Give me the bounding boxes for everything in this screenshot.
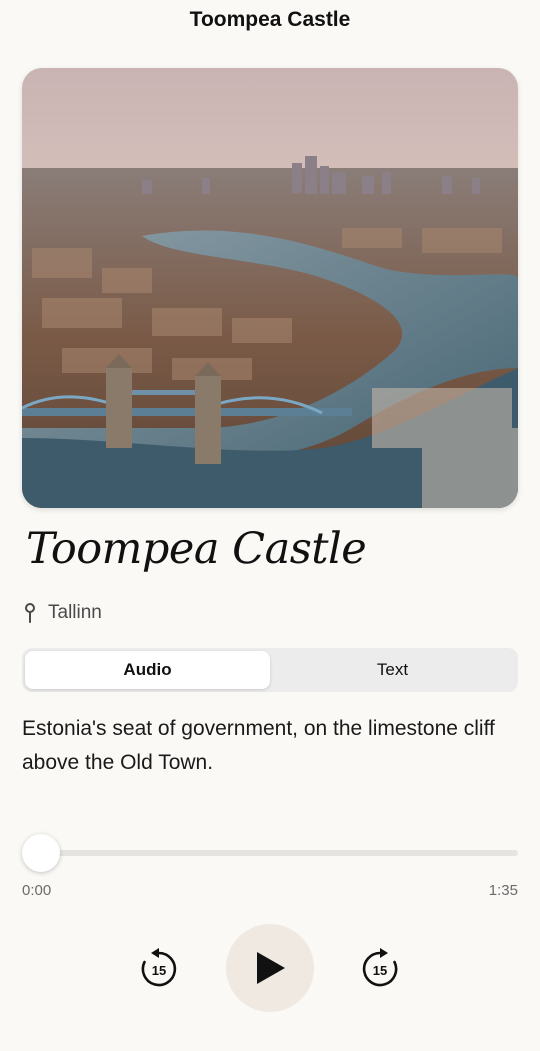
- current-time: 0:00: [22, 882, 52, 899]
- nav-title: Toompea Castle: [189, 8, 351, 31]
- skip-back-button[interactable]: 15: [138, 948, 180, 990]
- playback-controls: 15 15: [0, 924, 540, 1012]
- audio-scrubber-thumb[interactable]: [22, 834, 60, 872]
- tab-audio[interactable]: Audio: [25, 651, 270, 689]
- content-mode-tabs: Audio Text: [22, 648, 518, 692]
- skip-forward-seconds: 15: [373, 963, 387, 978]
- play-button[interactable]: [226, 924, 314, 1012]
- skip-forward-button[interactable]: 15: [359, 948, 401, 990]
- hero-image: [22, 68, 518, 508]
- duration-time: 1:35: [488, 882, 518, 899]
- play-icon: [257, 952, 285, 984]
- skip-back-seconds: 15: [152, 963, 166, 978]
- place-description: Estonia's seat of government, on the lim…: [22, 717, 495, 774]
- rotate-forward-15-icon: 15: [362, 948, 398, 987]
- rotate-back-15-icon: 15: [141, 948, 177, 987]
- tab-text[interactable]: Text: [270, 651, 515, 689]
- location-label: Tallinn: [48, 602, 102, 623]
- audio-progress-track[interactable]: [22, 850, 518, 856]
- location-row: Tallinn: [24, 600, 102, 626]
- city-aerial-image: [22, 68, 518, 508]
- pin-icon: [24, 603, 36, 623]
- place-title: Toompea Castle: [26, 524, 367, 574]
